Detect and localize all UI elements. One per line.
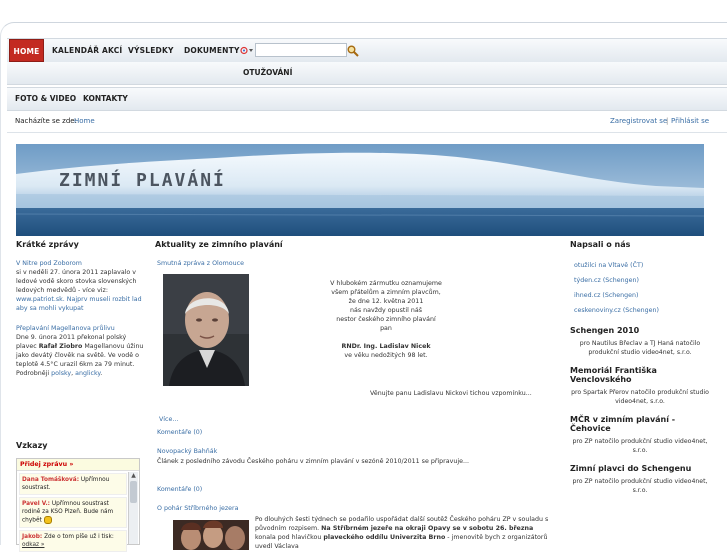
comments-link[interactable]: Komentáře (0) [157,486,202,493]
scroll-up-icon[interactable]: ▲ [129,472,138,480]
obituary-memory: Věnujte panu Ladislavu Nickovi tichou vz… [370,390,532,397]
banner: ZIMNÍ PLAVÁNÍ [16,144,704,236]
news1-text: si v neděli 27. února 2011 zaplavalo v l… [16,269,137,294]
video-credit[interactable]: pro Nautilus Břeclav a TJ Haná natočilo … [570,339,710,357]
messages-scrollbar[interactable]: ▲ [128,472,138,544]
breadcrumb: Nacházíte se zde: Home Zaregistrovat se … [7,110,727,133]
news1-patriot-link[interactable]: www.patriot.sk. Najprv museli rozbit lad… [16,296,142,312]
obituary-line: že dne 12. května 2011 [348,298,424,305]
article2-text: Článek z posledního závodu Českého pohár… [157,458,469,465]
breadcrumb-home-link[interactable]: Home [74,110,95,132]
group-photo [173,520,249,550]
article3-bold-1: Na Stříbrném jezeře na okraji Opavy se v… [321,525,534,532]
nav-dokumenty[interactable]: DOKUMENTY [184,39,240,62]
article3-title[interactable]: O pohár Stříbrného jezera [157,505,239,512]
video-title: Schengen 2010 [570,326,640,335]
breadcrumb-separator: | [666,117,669,125]
messages-box: Přidej zprávu » Dana Tomášková: Upřímnou… [16,458,140,552]
news2-link[interactable]: Přeplavání Magellanova průlivu [16,325,115,332]
message-item: Jakob: Zde o tom píše už i tisk: odkaz » [19,529,127,552]
short-news-title: Krátké zprávy [16,240,79,249]
news-title: Aktuality ze zimního plavání [155,240,283,249]
news2-polish-link[interactable]: polsky [51,370,71,377]
obituary-age: ve věku nedožitých 98 let. [344,352,428,359]
portrait-photo [163,274,249,386]
search-input[interactable] [255,43,347,57]
search-icon[interactable] [346,43,360,57]
news1-link[interactable]: V Nitre pod Zoborom [16,260,82,267]
message-author: Pavel V.: [22,501,50,507]
news2-swimmer-name: Rafał Ziobro [38,343,83,350]
message-author: Jakob: [22,533,43,540]
obituary-line: všem přátelům a zimním plavcům, [331,289,441,296]
nav-home[interactable]: HOME [9,39,44,62]
message-item: Pavel V.: Upřímnou soustrast rodině za K… [19,497,127,528]
video-title: Zimní plavci do Schengenu [570,464,692,473]
nav-foto-video[interactable]: FOTO & VIDEO [15,88,76,110]
message-text: Zde o tom píše už i tisk: [44,533,114,540]
left-column: Krátké zprávy V Nitre pod Zoborom si v n… [16,240,144,377]
main-nav: HOME KALENDÁŘ AKCÍ VÝSLEDKY DOKUMENTY [7,38,727,63]
nav-otuzovani[interactable]: OTUŽOVÁNÍ [243,62,292,84]
message-author: Dana Tomášková: [22,477,80,483]
obituary-line: nestor českého zimního plavání [336,316,436,323]
nav-vysledky[interactable]: VÝSLEDKY [128,39,174,62]
register-link[interactable]: Zaregistrovat se [610,110,667,132]
secondary-nav: FOTO & VIDEO KONTAKTY [7,87,727,111]
video-credit[interactable]: pro ZP natočilo produkční studio video4n… [570,477,710,495]
message-item: Dana Tomášková: Upřímnou soustrast. [19,473,127,495]
video-credit[interactable]: pro Spartak Přerov natočilo produkční st… [570,388,710,406]
obituary-name: RNDr. Ing. Ladislav Nicek [341,343,431,350]
obituary-line: nás navždy opustil náš [350,307,422,314]
press-link[interactable]: týden.cz (Schengen) [574,277,639,284]
login-link[interactable]: Přihlásit se [671,110,709,132]
article3-text-b: konala pod hlavičkou [255,534,322,541]
video-title: Memoriál Františka Venclovského [570,366,657,384]
search-engine-icon[interactable] [240,45,255,56]
banner-title: ZIMNÍ PLAVÁNÍ [59,170,226,191]
breadcrumb-label: Nacházíte se zde: [15,117,77,125]
add-message-link[interactable]: Přidej zprávu » [17,459,139,471]
right-column: Napsali o nás otužilci na Vltavě (ČT) tý… [570,240,710,495]
obituary-line: V hlubokém zármutku oznamujeme [330,280,442,287]
video-title: MČR v zimním plavání - Čehovice [570,415,676,433]
press-link[interactable]: ceskenoviny.cz (Schengen) [574,307,659,314]
video-credit[interactable]: pro ZP natočilo produkční studio video4n… [570,437,710,455]
press-title: Napsali o nás [570,240,631,249]
sub-nav: OTUŽOVÁNÍ [7,62,727,85]
article2-title[interactable]: Novopacký Bahňák [157,448,217,455]
scroll-thumb[interactable] [130,481,137,503]
more-link[interactable]: Více... [159,416,178,423]
comments-link[interactable]: Komentáře (0) [157,429,202,436]
press-link[interactable]: ihned.cz (Schengen) [574,292,638,299]
article1-title[interactable]: Smutná zpráva z Olomouce [157,260,244,267]
messages-title: Vzkazy [16,441,48,450]
news-column: Aktuality ze zimního plavání Smutná zprá… [155,240,565,550]
news2-english-link[interactable]: anglicky [75,370,100,377]
article3-bold-2: plaveckého oddílu Univerzita Brno [323,534,446,541]
nav-kalendar[interactable]: KALENDÁŘ AKCÍ [52,39,122,62]
smiley-icon [43,516,52,524]
nav-kontakty[interactable]: KONTAKTY [83,88,128,110]
press-link[interactable]: otužilci na Vltavě (ČT) [574,262,643,269]
obituary-line: pan [380,325,392,332]
